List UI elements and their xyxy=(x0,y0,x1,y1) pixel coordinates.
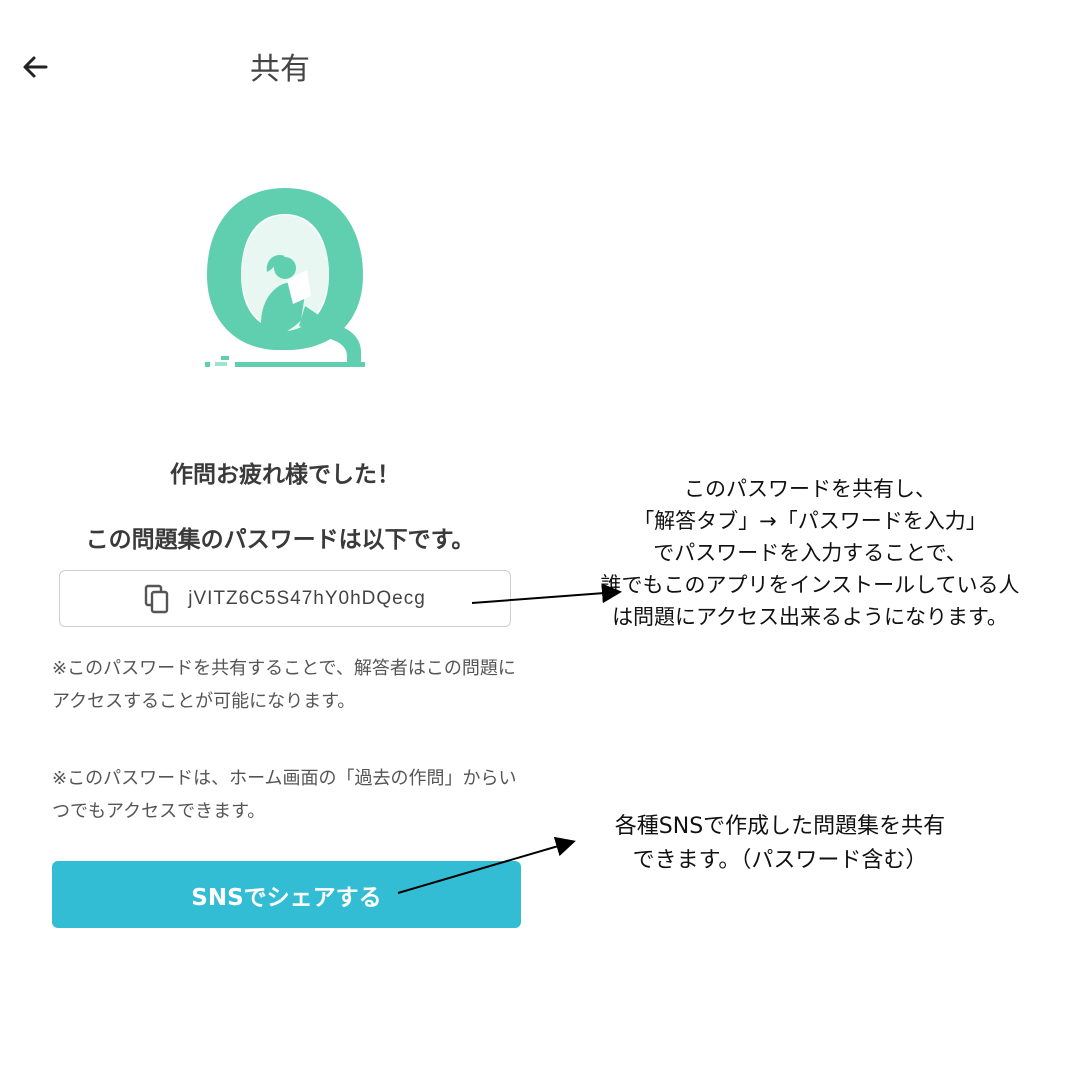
annotation-line: できます。（パスワード含む） xyxy=(632,848,928,873)
completion-heading: 作問お疲れ様でした！ xyxy=(170,462,400,488)
annotation-line: 各種SNSで作成した問題集を共有 xyxy=(614,814,946,839)
q-reading-girl-logo xyxy=(195,180,375,380)
annotation-line: でパスワードを入力することで、 xyxy=(653,541,967,565)
password-heading: この問題集のパスワードは以下です。 xyxy=(85,527,475,553)
copy-icon[interactable] xyxy=(144,584,170,614)
annotation-line: このパスワードを共有し、 xyxy=(684,477,936,501)
password-share-note: ※このパスワードを共有することで、解答者はこの問題にアクセスすることが可能になり… xyxy=(52,658,516,712)
arrow-left-icon xyxy=(23,56,48,78)
page-title: 共有 xyxy=(250,52,310,87)
password-value: jVITZ6C5S47hY0hDQecg xyxy=(188,587,426,609)
sns-share-button[interactable]: SNSでシェアする xyxy=(52,861,521,928)
password-annotation: このパスワードを共有し、 「解答タブ」→「パスワードを入力」 でパスワードを入力… xyxy=(560,473,1060,633)
password-access-note: ※このパスワードは、ホーム画面の「過去の作問」からいつでもアクセスできます。 xyxy=(52,768,517,822)
annotation-line: 「解答タブ」→「パスワードを入力」 xyxy=(633,509,987,533)
password-copy-field[interactable]: jVITZ6C5S47hY0hDQecg xyxy=(59,570,511,627)
annotation-line: 誰でもこのアプリをインストールしている人 xyxy=(600,573,1020,597)
annotation-line: は問題にアクセス出来るようになります。 xyxy=(612,605,1008,629)
sns-annotation: 各種SNSで作成した問題集を共有 できます。（パスワード含む） xyxy=(560,810,1000,878)
back-button[interactable] xyxy=(16,48,56,88)
